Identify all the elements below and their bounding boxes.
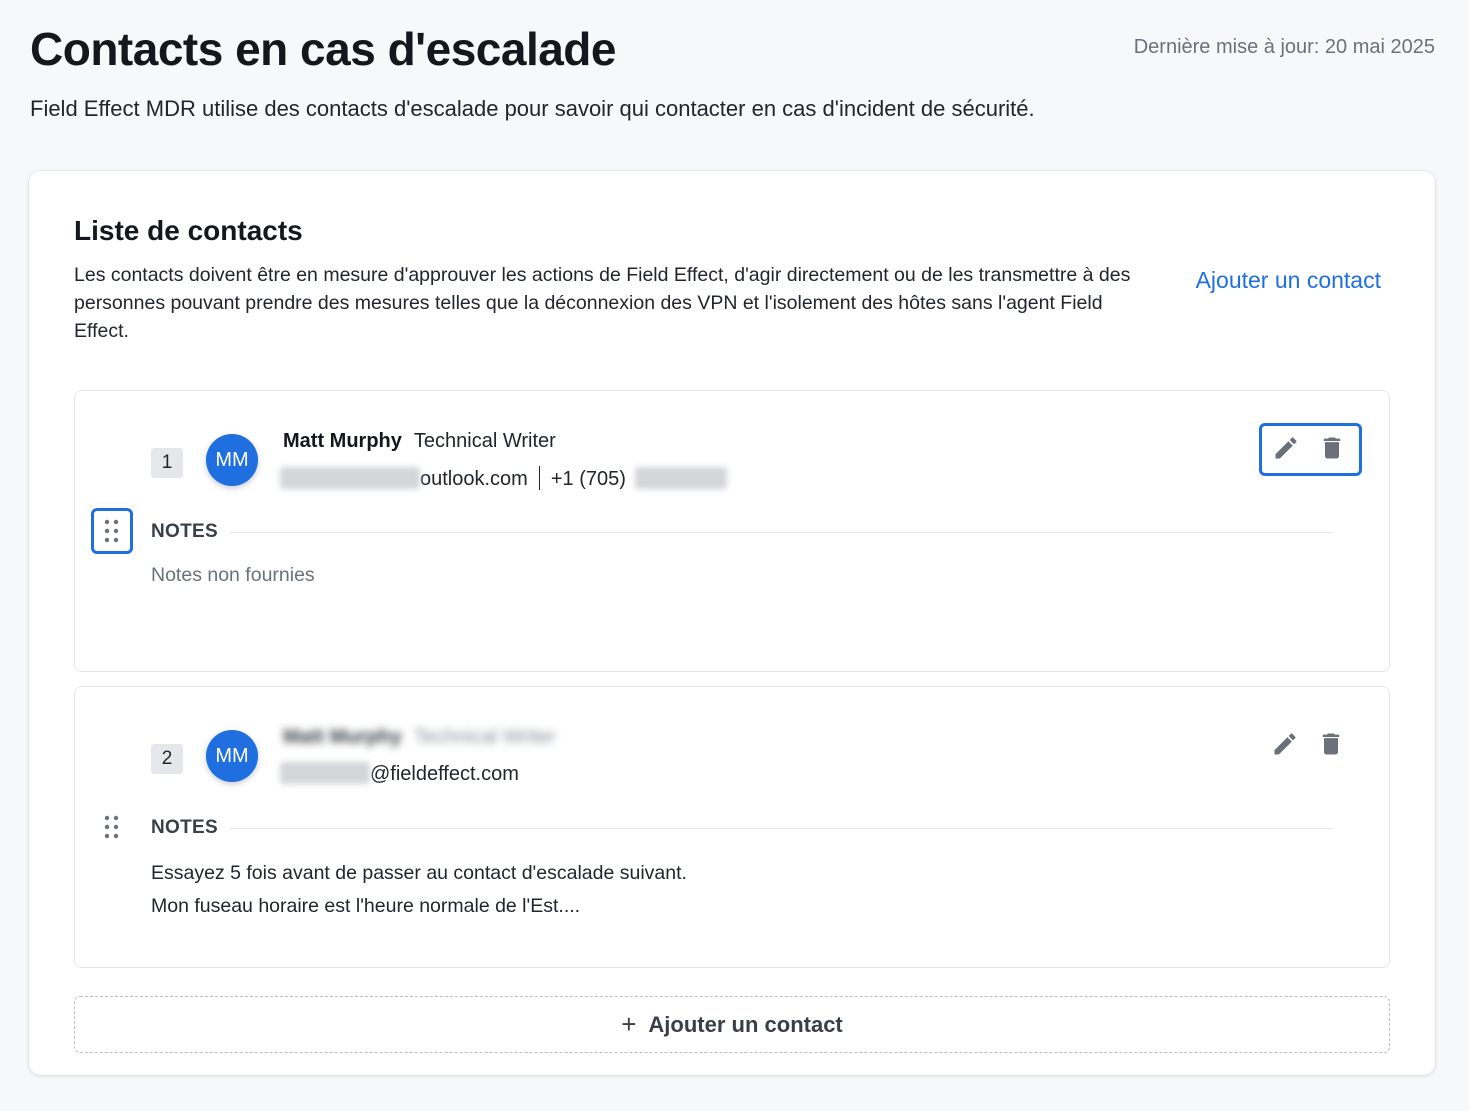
pencil-icon[interactable] [1271,730,1299,758]
notes-text: Essayez 5 fois avant de passer au contac… [151,857,687,923]
contact-phone-prefix: +1 (705) [550,468,626,490]
drag-handle-icon[interactable] [91,804,133,850]
contact-rank-badge: 2 [151,744,183,774]
contact-role-redacted: Technical Writer [413,726,556,748]
contact-card: 2 MM Matt Murphy Technical Writer @fielde… [74,686,1390,968]
notes-label: NOTES [151,521,218,542]
contact-list-description: Les contacts doivent être en mesure d'ap… [74,264,1131,342]
contact-name: Matt Murphy [283,430,402,452]
page-title: Contacts en cas d'escalade [30,23,617,75]
add-contact-link[interactable]: Ajouter un contact [1196,267,1381,294]
contact-email-domain: outlook.com [420,468,528,490]
escalation-contacts-page: Contacts en cas d'escalade Dernière mise… [0,0,1469,1111]
contact-list-card: Liste de contacts Les contacts doivent ê… [29,171,1435,1075]
contact-role: Technical Writer [413,430,556,452]
drag-handle-icon[interactable] [91,508,133,554]
contact-details: outlook.com +1 (705) [280,466,728,491]
notes-line: Essayez 5 fois avant de passer au contac… [151,862,687,884]
avatar: MM [206,434,258,486]
last-updated-text: Dernière mise à jour: 20 mai 2025 [1133,36,1435,58]
contact-details: @fieldeffect.com [280,762,519,786]
contact-email-domain: @fieldeffect.com [370,763,519,785]
redacted-email-user [280,762,370,784]
add-contact-button-label: Ajouter un contact [648,1012,843,1037]
add-contact-button[interactable]: + Ajouter un contact [74,996,1390,1053]
notes-divider [230,532,1333,533]
notes-label: NOTES [151,817,218,838]
redacted-email-user [280,467,420,489]
notes-empty-text: Notes non fournies [151,564,315,586]
redacted-phone-number [635,467,728,489]
notes-line: Mon fuseau horaire est l'heure normale d… [151,895,581,917]
page-subtitle: Field Effect MDR utilise des contacts d'… [30,96,1035,121]
trash-icon[interactable] [1317,730,1345,758]
contact-list-title: Liste de contacts [74,215,303,246]
notes-divider [230,828,1333,829]
contact-name-line: Matt Murphy Technical Writer [283,430,556,453]
contact-rank-badge: 1 [151,448,183,478]
contact-name-redacted: Matt Murphy [283,726,402,748]
contact-name-line: Matt Murphy Technical Writer [283,726,556,749]
pencil-icon[interactable] [1272,434,1300,462]
contact-actions [1259,423,1362,476]
trash-icon[interactable] [1318,434,1346,462]
plus-icon: + [621,1009,637,1039]
contact-actions [1259,719,1362,772]
avatar: MM [206,730,258,782]
details-separator [538,466,540,490]
contact-card: 1 MM Matt Murphy Technical Writer outlook… [74,390,1390,672]
